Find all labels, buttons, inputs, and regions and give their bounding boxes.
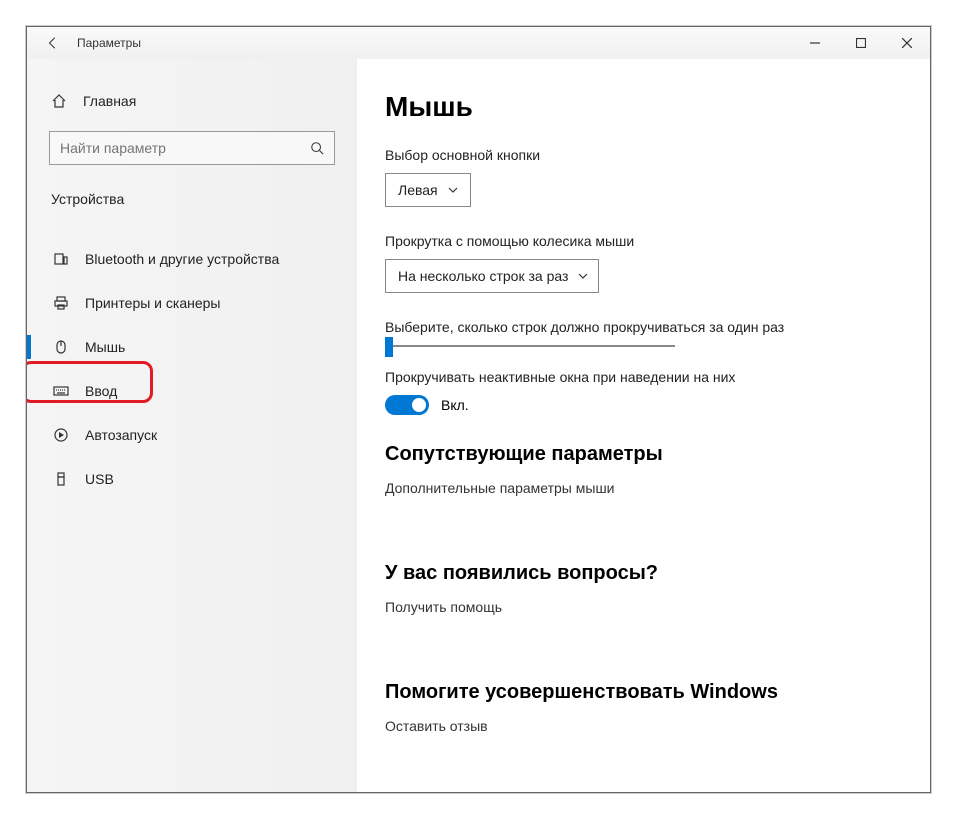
chevron-down-icon bbox=[448, 185, 458, 195]
sidebar-item-printers[interactable]: Принтеры и сканеры bbox=[27, 281, 357, 325]
sidebar: Главная Устройства Bluetooth и другие ус… bbox=[27, 59, 357, 792]
scroll-value: На несколько строк за раз bbox=[398, 268, 568, 284]
maximize-icon bbox=[856, 38, 866, 48]
toggle-knob bbox=[412, 398, 426, 412]
back-button[interactable] bbox=[37, 27, 69, 59]
primary-button-select[interactable]: Левая bbox=[385, 173, 471, 207]
sidebar-item-label: USB bbox=[85, 471, 114, 487]
sidebar-item-mouse[interactable]: Мышь bbox=[27, 325, 357, 369]
minimize-icon bbox=[810, 38, 820, 48]
feedback-link[interactable]: Оставить отзыв bbox=[385, 718, 930, 734]
sidebar-item-label: Принтеры и сканеры bbox=[85, 295, 220, 311]
search-input[interactable] bbox=[60, 140, 310, 156]
sidebar-item-label: Ввод bbox=[85, 383, 117, 399]
sidebar-nav: Bluetooth и другие устройства Принтеры и… bbox=[27, 221, 357, 501]
sidebar-item-usb[interactable]: USB bbox=[27, 457, 357, 501]
search-box[interactable] bbox=[49, 131, 335, 165]
sidebar-item-label: Автозапуск bbox=[85, 427, 157, 443]
sidebar-item-label: Мышь bbox=[85, 339, 125, 355]
slider-thumb[interactable] bbox=[385, 337, 393, 357]
keyboard-icon bbox=[53, 383, 69, 399]
close-button[interactable] bbox=[884, 27, 930, 59]
home-icon bbox=[51, 93, 67, 109]
inactive-windows-label: Прокручивать неактивные окна при наведен… bbox=[385, 369, 930, 385]
primary-button-label: Выбор основной кнопки bbox=[385, 147, 930, 163]
home-label: Главная bbox=[83, 93, 136, 109]
autoplay-icon bbox=[53, 427, 69, 443]
sidebar-item-label: Bluetooth и другие устройства bbox=[85, 251, 279, 267]
sidebar-item-typing[interactable]: Ввод bbox=[27, 369, 357, 413]
toggle-state-label: Вкл. bbox=[441, 397, 469, 413]
inactive-windows-toggle[interactable] bbox=[385, 395, 429, 415]
improve-heading: Помогите усовершенствовать Windows bbox=[385, 681, 930, 704]
additional-mouse-options-link[interactable]: Дополнительные параметры мыши bbox=[385, 480, 930, 496]
usb-icon bbox=[53, 471, 69, 487]
close-icon bbox=[902, 38, 912, 48]
home-link[interactable]: Главная bbox=[27, 87, 357, 115]
window-controls bbox=[792, 27, 930, 59]
get-help-link[interactable]: Получить помощь bbox=[385, 599, 930, 615]
questions-heading: У вас появились вопросы? bbox=[385, 562, 930, 585]
devices-icon bbox=[53, 251, 69, 267]
settings-window: Параметры Главная Устройства Bluetooth и… bbox=[26, 26, 931, 793]
scroll-label: Прокрутка с помощью колесика мыши bbox=[385, 233, 930, 249]
scroll-select[interactable]: На несколько строк за раз bbox=[385, 259, 599, 293]
chevron-down-icon bbox=[578, 271, 588, 281]
page-title: Мышь bbox=[385, 91, 930, 123]
lines-slider[interactable] bbox=[385, 345, 675, 347]
search-icon bbox=[310, 141, 324, 155]
sidebar-item-bluetooth[interactable]: Bluetooth и другие устройства bbox=[27, 237, 357, 281]
related-heading: Сопутствующие параметры bbox=[385, 443, 930, 466]
arrow-left-icon bbox=[46, 36, 60, 50]
lines-label: Выберите, сколько строк должно прокручив… bbox=[385, 319, 930, 335]
mouse-icon bbox=[53, 339, 69, 355]
maximize-button[interactable] bbox=[838, 27, 884, 59]
minimize-button[interactable] bbox=[792, 27, 838, 59]
printer-icon bbox=[53, 295, 69, 311]
window-title: Параметры bbox=[77, 36, 141, 50]
primary-button-value: Левая bbox=[398, 182, 438, 198]
titlebar: Параметры bbox=[27, 27, 930, 59]
sidebar-section-label: Устройства bbox=[27, 185, 357, 221]
content-area: Мышь Выбор основной кнопки Левая Прокрут… bbox=[357, 59, 930, 792]
sidebar-item-autoplay[interactable]: Автозапуск bbox=[27, 413, 357, 457]
